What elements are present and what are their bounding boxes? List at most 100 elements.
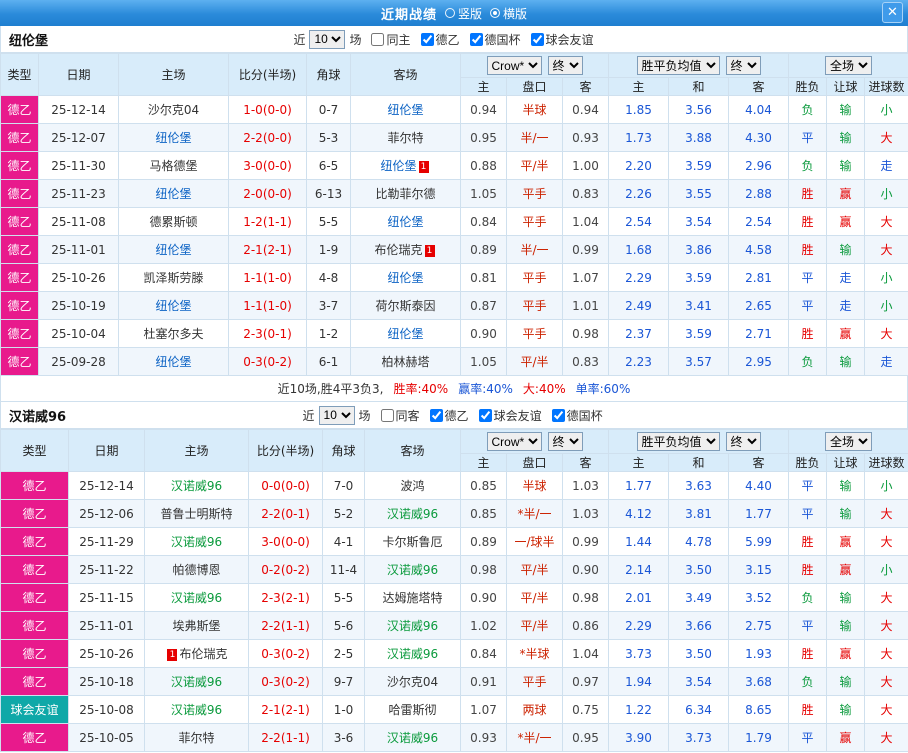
away-team-cell[interactable]: 汉诺威96 [364,555,461,584]
away-team-cell[interactable]: 纽伦堡 [350,95,461,124]
team-link[interactable]: 沙尔克04 [387,675,438,689]
layout-radio-vertical[interactable]: 竖版 [444,5,482,22]
scope-select[interactable]: 全场 [825,432,873,451]
away-team-cell[interactable]: 汉诺威96 [364,639,461,668]
league-checkbox-1[interactable] [420,32,434,46]
league-checkbox-3[interactable] [530,32,544,46]
home-team-cell[interactable]: 菲尔特 [144,723,249,752]
odds-company-select[interactable]: Crow* [486,432,542,451]
team-link[interactable]: 波鸿 [400,479,424,493]
home-team-cell[interactable]: 纽伦堡 [118,235,229,264]
home-team-cell[interactable]: 马格德堡 [118,151,229,180]
team-link[interactable]: 纽伦堡 [387,327,423,341]
team-link[interactable]: 马格德堡 [149,159,197,173]
team-link[interactable]: 汉诺威96 [387,563,438,577]
home-team-cell[interactable]: 汉诺威96 [144,667,249,696]
home-team-cell[interactable]: 普鲁士明斯特 [144,499,249,528]
away-team-cell[interactable]: 汉诺威96 [364,611,461,640]
league-filter-1[interactable]: 德乙 [424,407,469,424]
away-team-cell[interactable]: 纽伦堡 1 [350,151,461,180]
home-team-cell[interactable]: 凯泽斯劳滕 [118,263,229,292]
layout-radio-horizontal[interactable]: 横版 [490,5,527,22]
odds-final-select[interactable]: 终 [547,56,583,75]
team-link[interactable]: 比勒菲尔德 [375,187,435,201]
away-team-cell[interactable]: 柏林赫塔 [350,347,461,376]
team-link[interactable]: 哈雷斯彻 [388,703,436,717]
league-filter-3[interactable]: 德国杯 [546,407,603,424]
radio-circle-icon[interactable] [444,8,455,18]
home-team-cell[interactable]: 埃弗斯堡 [144,611,249,640]
team-link[interactable]: 纽伦堡 [387,103,423,117]
home-team-cell[interactable]: 汉诺威96 [144,527,249,556]
away-team-cell[interactable]: 汉诺威96 [364,499,461,528]
avg-final-select[interactable]: 终 [725,432,761,451]
league-checkbox-2[interactable] [469,32,483,46]
home-team-cell[interactable]: 帕德博恩 [144,555,249,584]
league-filter-2[interactable]: 德国杯 [464,31,521,48]
team-link[interactable]: 纽伦堡 [155,131,191,145]
team-link[interactable]: 汉诺威96 [387,619,438,633]
avg-final-select[interactable]: 终 [725,56,761,75]
team-link[interactable]: 汉诺威96 [171,591,222,605]
away-team-cell[interactable]: 荷尔斯泰因 [350,291,461,320]
away-team-cell[interactable]: 纽伦堡 [350,319,461,348]
away-team-cell[interactable]: 达姆施塔特 [364,583,461,612]
away-team-cell[interactable]: 比勒菲尔德 [350,179,461,208]
team-link[interactable]: 德累斯顿 [149,215,197,229]
team-link[interactable]: 卡尔斯鲁厄 [382,535,442,549]
home-team-cell[interactable]: 杜塞尔多夫 [118,319,229,348]
away-team-cell[interactable]: 波鸿 [364,471,461,500]
home-team-cell[interactable]: 汉诺威96 [144,695,249,724]
away-team-cell[interactable]: 纽伦堡 [350,263,461,292]
team-link[interactable]: 凯泽斯劳滕 [143,271,203,285]
team-link[interactable]: 菲尔特 [178,731,214,745]
home-team-cell[interactable]: 德累斯顿 [118,207,229,236]
away-team-cell[interactable]: 菲尔特 [350,123,461,152]
team-link[interactable]: 达姆施塔特 [382,591,442,605]
same-venue-checkbox[interactable] [380,408,394,422]
avg-type-select[interactable]: 胜平负均值 [636,56,720,75]
team-link[interactable]: 普鲁士明斯特 [160,507,232,521]
team-link[interactable]: 沙尔克04 [148,103,199,117]
team-link[interactable]: 纽伦堡 [155,243,191,257]
team-link[interactable]: 纽伦堡 [155,355,191,369]
home-team-cell[interactable]: 1 布伦瑞克 [144,639,249,668]
league-filter-1[interactable]: 德乙 [415,31,460,48]
team-link[interactable]: 帕德博恩 [172,563,220,577]
league-checkbox-1[interactable] [429,408,443,422]
team-link[interactable]: 布伦瑞克 [179,647,227,661]
team-link[interactable]: 纽伦堡 [387,215,423,229]
away-team-cell[interactable]: 沙尔克04 [364,667,461,696]
home-team-cell[interactable]: 纽伦堡 [118,347,229,376]
team-link[interactable]: 汉诺威96 [171,479,222,493]
close-icon[interactable]: ✕ [882,2,903,23]
away-team-cell[interactable]: 卡尔斯鲁厄 [364,527,461,556]
team-link[interactable]: 汉诺威96 [171,675,222,689]
league-checkbox-3[interactable] [551,408,565,422]
away-team-cell[interactable]: 哈雷斯彻 [364,695,461,724]
team-link[interactable]: 汉诺威96 [387,647,438,661]
same-venue-filter[interactable]: 同客 [375,407,420,424]
league-checkbox-2[interactable] [478,408,492,422]
team-link[interactable]: 纽伦堡 [380,159,416,173]
team-link[interactable]: 汉诺威96 [171,535,222,549]
odds-final-select[interactable]: 终 [547,432,583,451]
team-link[interactable]: 杜塞尔多夫 [143,327,203,341]
scope-select[interactable]: 全场 [825,56,873,75]
team-link[interactable]: 菲尔特 [387,131,423,145]
league-filter-3[interactable]: 球会友谊 [525,31,594,48]
team-link[interactable]: 纽伦堡 [155,187,191,201]
team-link[interactable]: 汉诺威96 [171,703,222,717]
home-team-cell[interactable]: 汉诺威96 [144,583,249,612]
match-count-select[interactable]: 10 [318,405,355,425]
team-link[interactable]: 埃弗斯堡 [172,619,220,633]
odds-company-select[interactable]: Crow* [486,56,542,75]
home-team-cell[interactable]: 沙尔克04 [118,95,229,124]
home-team-cell[interactable]: 纽伦堡 [118,291,229,320]
home-team-cell[interactable]: 纽伦堡 [118,179,229,208]
away-team-cell[interactable]: 纽伦堡 [350,207,461,236]
team-link[interactable]: 荷尔斯泰因 [375,299,435,313]
league-filter-2[interactable]: 球会友谊 [473,407,542,424]
team-link[interactable]: 汉诺威96 [387,731,438,745]
team-link[interactable]: 纽伦堡 [155,299,191,313]
